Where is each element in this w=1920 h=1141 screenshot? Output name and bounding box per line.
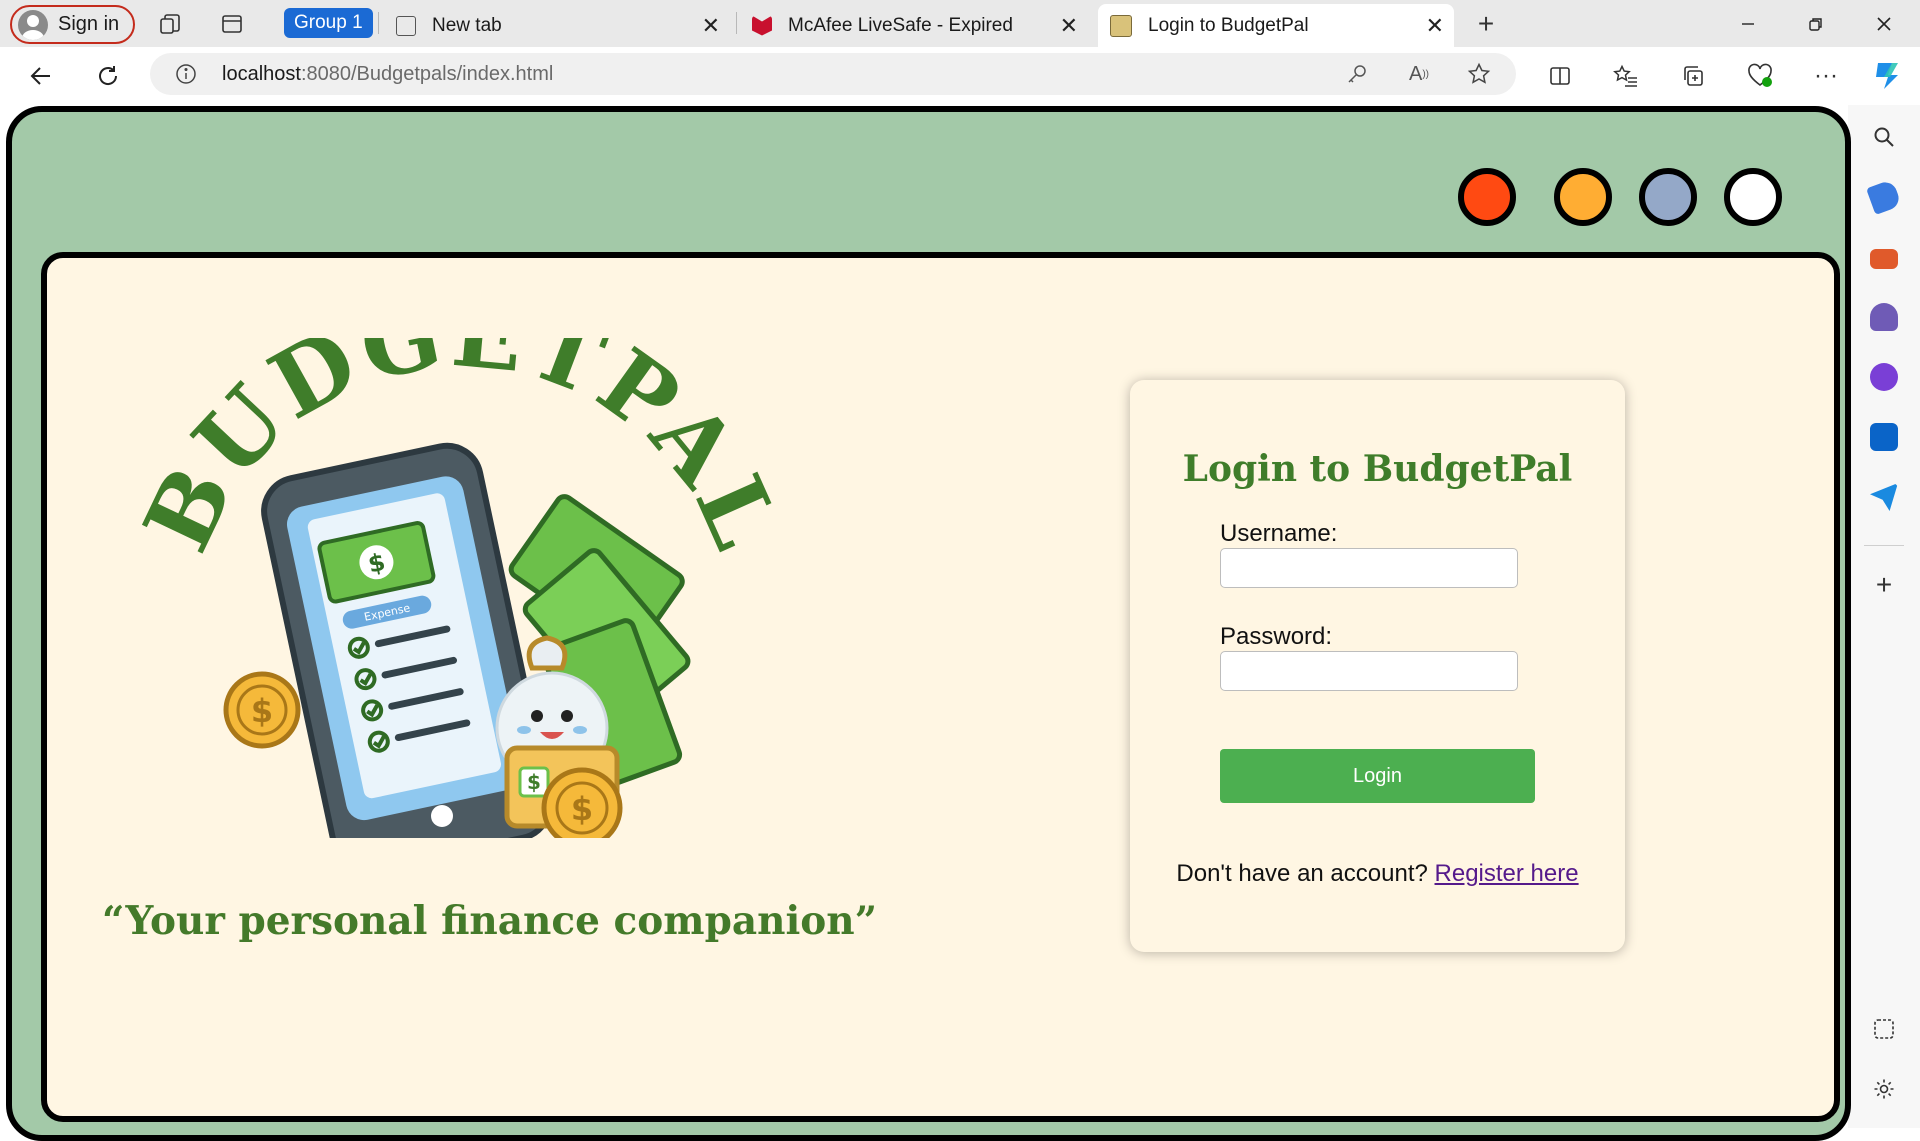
favorite-star-icon[interactable] [1466,61,1492,87]
sidebar-drop-send-icon[interactable] [1870,483,1898,511]
sidebar-screenshot-icon[interactable] [1870,1015,1898,1043]
login-card: Login to BudgetPal Username: Password: L… [1130,380,1625,952]
workspaces-icon[interactable] [154,8,186,40]
collections-icon[interactable] [1676,59,1710,93]
sidebar-tools-toolbox-icon[interactable] [1870,249,1898,269]
decorative-dot-orange [1554,168,1612,226]
tab-divider [736,12,737,34]
password-key-icon[interactable] [1344,61,1370,87]
browser-sidebar: + [1848,105,1920,1128]
browser-essentials-icon[interactable] [1743,59,1777,93]
site-info-icon[interactable] [174,62,198,86]
minimize-icon[interactable] [1732,8,1764,40]
sidebar-shopping-tag-icon[interactable] [1866,179,1902,215]
close-tab-icon[interactable]: ✕ [1426,13,1444,39]
address-toolbar: localhost:8080/Budgetpals/index.html A))… [0,47,1920,105]
register-prompt-text: Don't have an account? [1176,860,1428,887]
tab-title: Login to BudgetPal [1148,14,1309,36]
back-arrow-icon[interactable] [24,59,58,93]
tab-mcafee[interactable]: McAfee LiveSafe - Expired ✕ [740,4,1088,47]
app-frame: BUDGETPAL [6,106,1851,1141]
sidebar-outlook-icon[interactable] [1870,423,1898,451]
username-label: Username: [1220,520,1338,547]
svg-text:$: $ [251,692,273,730]
tagline: “Your personal finance companion” [102,898,878,944]
read-aloud-icon[interactable]: A)) [1406,61,1432,87]
vertical-tabs-icon[interactable] [216,8,248,40]
url-path: :8080/Budgetpals/index.html [300,62,554,85]
tab-login-budgetpal[interactable]: Login to BudgetPal ✕ [1098,4,1454,47]
sidebar-add-plus-icon[interactable]: + [1870,569,1898,600]
tab-title: New tab [432,14,502,36]
split-screen-icon[interactable] [1543,59,1577,93]
profile-avatar-icon [18,9,48,40]
decorative-dot-blue-gray [1639,168,1697,226]
close-window-icon[interactable] [1868,8,1900,40]
page-viewport: BUDGETPAL [0,105,1851,1141]
budgetpal-favicon-icon [1110,14,1132,37]
tab-divider [378,12,379,34]
decorative-dot-white [1724,168,1782,226]
tab-group-chip[interactable]: Group 1 [284,8,373,38]
refresh-icon[interactable] [91,59,125,93]
content-panel: BUDGETPAL [41,252,1840,1122]
sidebar-games-chess-icon[interactable] [1870,303,1898,331]
sidebar-microsoft365-icon[interactable] [1870,363,1898,391]
tab-title: McAfee LiveSafe - Expired [788,14,1013,36]
close-tab-icon[interactable]: ✕ [1060,13,1078,39]
login-button[interactable]: Login [1220,749,1535,803]
sidebar-divider [1864,545,1904,546]
copilot-icon[interactable] [1868,55,1908,95]
browser-tab-bar: Sign in Group 1 New tab ✕ McAfee LiveSaf… [0,0,1920,47]
new-tab-page-icon [396,15,416,36]
sign-in-label: Sign in [58,13,120,35]
tab-new-tab[interactable]: New tab ✕ [384,4,730,47]
password-input[interactable] [1220,651,1518,691]
url-host: localhost [222,62,301,85]
url-field[interactable]: localhost:8080/Budgetpals/index.html A)) [150,53,1516,95]
budgetpal-logo: BUDGETPAL [123,338,797,838]
login-title: Login to BudgetPal [1182,448,1573,490]
register-prompt: Don't have an account? Register here [1130,860,1625,888]
close-tab-icon[interactable]: ✕ [702,13,720,39]
password-label: Password: [1220,623,1333,650]
restore-icon[interactable] [1800,8,1832,40]
decorative-dot-orange-red [1458,168,1516,226]
sidebar-search-icon[interactable] [1870,123,1898,151]
svg-text:$: $ [527,770,541,794]
more-menu-icon[interactable]: ··· [1809,59,1843,93]
mcafee-shield-icon [752,15,772,36]
register-link[interactable]: Register here [1435,860,1579,887]
new-tab-plus-icon[interactable]: + [1470,8,1502,40]
sidebar-settings-gear-icon[interactable] [1870,1075,1898,1103]
svg-text:$: $ [571,790,593,828]
sign-in-button[interactable]: Sign in [10,5,136,44]
username-input[interactable] [1220,548,1518,588]
favorites-list-icon[interactable] [1609,59,1643,93]
